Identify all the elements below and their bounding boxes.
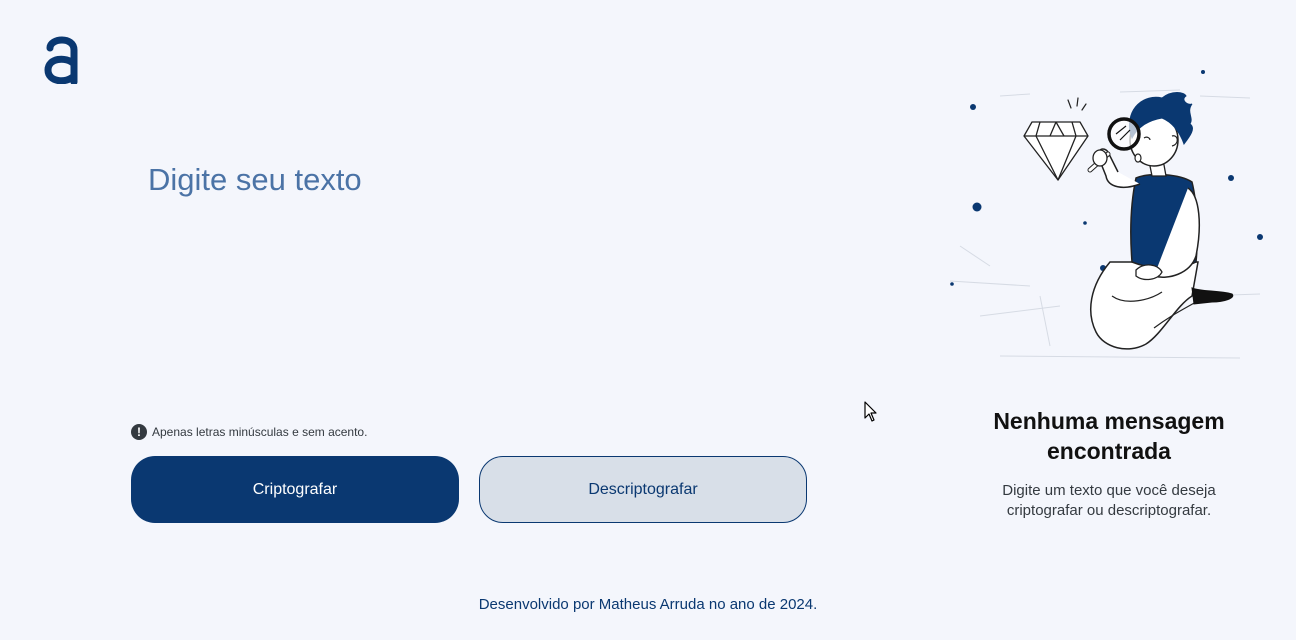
empty-state-description: Digite um texto que você deseja criptogr… bbox=[1002, 482, 1216, 519]
hint-text: Apenas letras minúsculas e sem acento. bbox=[152, 425, 368, 439]
mouse-cursor-icon bbox=[864, 401, 877, 422]
footer-credits: Desenvolvido por Matheus Arruda no ano d… bbox=[478, 596, 818, 613]
message-input[interactable] bbox=[148, 162, 848, 382]
empty-state-title: Nenhuma mensagem encontrada bbox=[993, 408, 1225, 464]
input-hint: ! Apenas letras minúsculas e sem acento. bbox=[131, 424, 367, 440]
decrypt-button[interactable]: Descriptografar bbox=[479, 456, 807, 523]
person-with-magnifying-glass-illustration bbox=[949, 70, 1263, 359]
encrypt-button[interactable]: Criptografar bbox=[131, 456, 459, 523]
brand-logo-icon[interactable] bbox=[44, 34, 80, 84]
exclamation-circle-icon: ! bbox=[131, 424, 147, 440]
page: ! Apenas letras minúsculas e sem acento.… bbox=[0, 0, 1296, 640]
